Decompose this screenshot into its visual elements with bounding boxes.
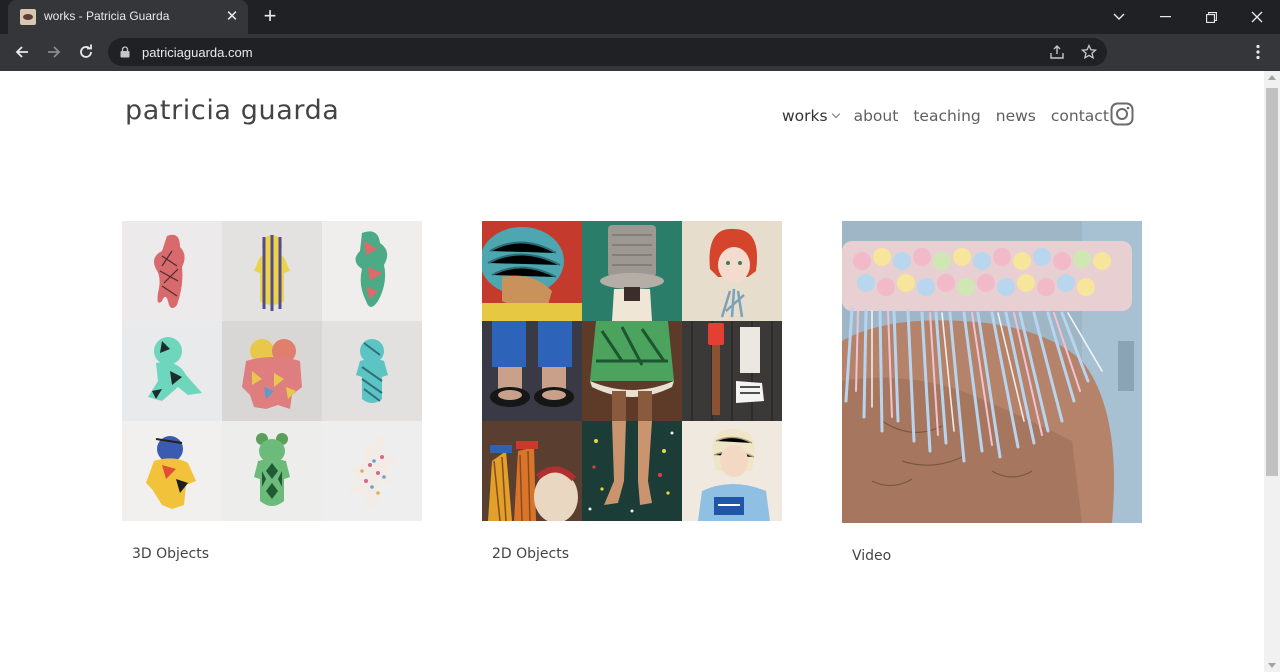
page-scrollbar[interactable] — [1264, 71, 1280, 672]
work-card-3d-objects[interactable]: 3D Objects — [122, 221, 422, 562]
url-text[interactable]: patriciaguarda.com — [142, 45, 253, 60]
new-tab-button[interactable]: + — [258, 5, 282, 29]
work-thumbnail[interactable] — [842, 221, 1142, 523]
work-caption[interactable]: 3D Objects — [132, 546, 209, 562]
arrow-right-icon — [48, 46, 61, 58]
browser-menu-button[interactable] — [1248, 42, 1268, 62]
share-icon[interactable] — [1049, 44, 1065, 60]
arrow-left-icon — [15, 46, 28, 58]
minimize-icon — [1159, 16, 1171, 18]
browser-tab[interactable]: works - Patricia Guarda ✕ — [8, 0, 248, 34]
site-title-link[interactable]: patricia guarda — [125, 95, 339, 126]
forward-button[interactable] — [40, 38, 68, 66]
instagram-icon[interactable] — [1110, 102, 1134, 126]
chevron-down-icon — [1113, 13, 1125, 20]
scroll-up-arrow-icon[interactable] — [1268, 75, 1276, 80]
tab-title: works - Patricia Guarda — [44, 9, 170, 23]
bookmark-star-icon[interactable] — [1081, 44, 1097, 60]
browser-toolbar: patriciaguarda.com — [0, 34, 1280, 71]
tab-search-button[interactable] — [1096, 0, 1142, 34]
scroll-thumb[interactable] — [1266, 88, 1278, 476]
nav-works-label: works — [782, 107, 828, 125]
minimize-button[interactable] — [1142, 0, 1188, 34]
work-caption[interactable]: Video — [852, 548, 891, 564]
page-viewport: patricia guarda works about teaching new… — [0, 71, 1264, 672]
close-window-button[interactable] — [1234, 0, 1280, 34]
nav-teaching[interactable]: teaching — [913, 107, 980, 125]
chevron-down-icon — [831, 109, 840, 119]
tab-strip: works - Patricia Guarda ✕ + — [0, 0, 1280, 34]
close-icon — [1251, 11, 1263, 23]
reload-icon — [80, 44, 92, 58]
main-nav: works about teaching news contact — [782, 107, 1124, 125]
reload-button[interactable] — [72, 38, 100, 66]
work-thumbnail[interactable] — [482, 221, 782, 521]
lock-icon[interactable] — [120, 46, 130, 58]
nav-works[interactable]: works — [782, 107, 840, 125]
work-card-video[interactable]: Video — [842, 221, 1142, 564]
nav-contact[interactable]: contact — [1051, 107, 1109, 125]
more-vert-icon — [1256, 44, 1260, 60]
scroll-down-arrow-icon[interactable] — [1268, 663, 1276, 668]
address-bar[interactable]: patriciaguarda.com — [108, 38, 1107, 66]
work-thumbnail[interactable] — [122, 221, 422, 521]
work-caption[interactable]: 2D Objects — [492, 546, 569, 562]
nav-about[interactable]: about — [854, 107, 899, 125]
restore-icon — [1205, 11, 1217, 23]
site-favicon-icon — [20, 9, 36, 25]
back-button[interactable] — [8, 38, 36, 66]
nav-news[interactable]: news — [996, 107, 1036, 125]
close-tab-icon[interactable]: ✕ — [222, 7, 242, 27]
restore-button[interactable] — [1188, 0, 1234, 34]
work-card-2d-objects[interactable]: 2D Objects — [482, 221, 782, 562]
